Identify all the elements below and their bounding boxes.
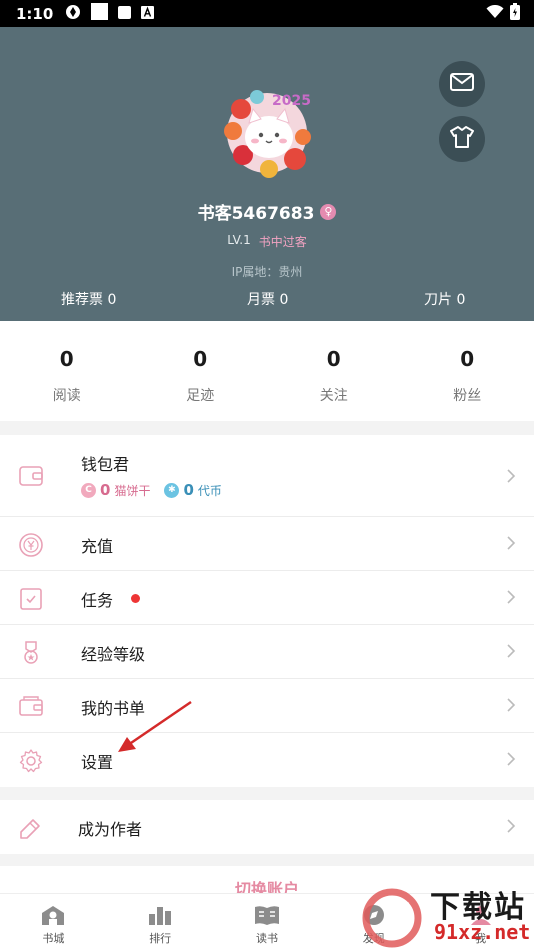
square-notification-icon bbox=[118, 4, 132, 23]
user-level: LV.1 bbox=[227, 233, 251, 247]
cat-cookie-label: 猫饼干 bbox=[114, 483, 151, 498]
task-label: 任务 bbox=[81, 591, 114, 610]
status-time: 1:10 bbox=[16, 4, 54, 23]
booklist-item[interactable]: 我的书单 bbox=[0, 679, 534, 733]
chevron-right-icon bbox=[506, 751, 516, 771]
stat-value: 0 bbox=[460, 347, 475, 371]
token-icon: ✱ bbox=[164, 482, 180, 498]
tab-label: 读书 bbox=[255, 932, 278, 945]
level-medal-icon bbox=[18, 640, 44, 666]
gear-icon bbox=[18, 748, 44, 774]
bookstore-icon bbox=[40, 904, 66, 926]
recharge-icon bbox=[18, 532, 44, 558]
female-gender-icon: ♀ bbox=[320, 203, 337, 220]
ranking-icon bbox=[147, 904, 173, 926]
site-watermark: 下载站 91xz.net bbox=[362, 880, 534, 950]
stat-value: 0 bbox=[326, 347, 341, 371]
stat-label: 阅读 bbox=[52, 388, 81, 404]
watermark-logo-icon bbox=[362, 888, 422, 948]
author-card: 成为作者 bbox=[0, 800, 534, 854]
message-button[interactable] bbox=[439, 61, 485, 107]
tab-reading[interactable]: 读书 bbox=[214, 894, 321, 950]
wallet-item[interactable]: 钱包君 C 0 猫饼干 ✱ 0 代币 bbox=[0, 435, 534, 517]
stat-read[interactable]: 0 阅读 bbox=[0, 321, 134, 421]
pen-icon bbox=[18, 815, 44, 841]
wifi-icon bbox=[486, 4, 504, 23]
recharge-item[interactable]: 充值 bbox=[0, 517, 534, 571]
stat-value: 0 bbox=[59, 347, 74, 371]
tshirt-icon bbox=[450, 126, 474, 152]
stat-value: 0 bbox=[193, 347, 208, 371]
wallet-label: 钱包君 bbox=[81, 455, 130, 474]
blade-count[interactable]: 刀片 0 bbox=[424, 289, 465, 309]
ticket-row: 推荐票 0 月票 0 刀片 0 bbox=[0, 289, 534, 311]
tab-ranking[interactable]: 排行 bbox=[107, 894, 214, 950]
avatar[interactable]: 2025 bbox=[219, 83, 315, 179]
chevron-right-icon bbox=[506, 468, 516, 488]
settings-label: 设置 bbox=[81, 753, 114, 772]
task-icon bbox=[18, 586, 44, 612]
avatar-badge: 2025 bbox=[272, 93, 311, 109]
profile-header: 2025 书客5467683 ♀ LV.1 书中过客 IP属地：贵州 推荐票 0… bbox=[0, 27, 534, 321]
tab-bookstore[interactable]: 书城 bbox=[0, 894, 107, 950]
status-bar: 1:10 bbox=[0, 0, 534, 27]
tab-label: 排行 bbox=[149, 932, 172, 945]
username: 书客5467683 bbox=[197, 204, 315, 224]
stat-footprint[interactable]: 0 足迹 bbox=[134, 321, 268, 421]
tab-label: 书城 bbox=[42, 932, 65, 945]
wallet-icon bbox=[18, 463, 44, 489]
username-row: 书客5467683 ♀ bbox=[0, 199, 534, 224]
image-notification-icon bbox=[91, 3, 109, 24]
stat-label: 粉丝 bbox=[453, 388, 482, 404]
level-item[interactable]: 经验等级 bbox=[0, 625, 534, 679]
cat-cookie-value: 0 bbox=[100, 481, 111, 499]
become-author-item[interactable]: 成为作者 bbox=[0, 800, 534, 854]
stat-label: 足迹 bbox=[186, 388, 215, 404]
task-notification-dot bbox=[131, 594, 140, 603]
chevron-right-icon bbox=[506, 589, 516, 609]
become-author-label: 成为作者 bbox=[78, 820, 143, 839]
menu-card: 钱包君 C 0 猫饼干 ✱ 0 代币 充值 任务 经验等级 我的书单 设置 bbox=[0, 435, 534, 787]
chevron-right-icon bbox=[506, 818, 516, 838]
level-row: LV.1 书中过客 bbox=[0, 233, 534, 250]
token-label: 代币 bbox=[197, 483, 222, 498]
a-notification-icon bbox=[141, 4, 155, 23]
chevron-right-icon bbox=[506, 643, 516, 663]
wallet-balance: C 0 猫饼干 ✱ 0 代币 bbox=[81, 481, 222, 499]
outfit-button[interactable] bbox=[439, 116, 485, 162]
cat-cookie-icon: C bbox=[81, 482, 96, 498]
recharge-label: 充值 bbox=[81, 537, 114, 556]
ip-location: IP属地：贵州 bbox=[231, 265, 303, 279]
chevron-right-icon bbox=[506, 535, 516, 555]
watermark-url: 91xz.net bbox=[434, 920, 531, 944]
stat-following[interactable]: 0 关注 bbox=[267, 321, 401, 421]
level-label: 经验等级 bbox=[81, 645, 146, 664]
booklist-icon bbox=[18, 694, 44, 720]
reading-icon bbox=[254, 904, 280, 926]
stat-label: 关注 bbox=[319, 388, 348, 404]
user-level-name: 书中过客 bbox=[258, 235, 307, 249]
token-value: 0 bbox=[183, 481, 194, 499]
stat-fans[interactable]: 0 粉丝 bbox=[401, 321, 534, 421]
booklist-label: 我的书单 bbox=[81, 699, 146, 718]
app-notification-icon bbox=[65, 4, 81, 24]
envelope-icon bbox=[450, 73, 474, 95]
stats-row: 0 阅读 0 足迹 0 关注 0 粉丝 bbox=[0, 321, 534, 421]
recommend-ticket-count[interactable]: 推荐票 0 bbox=[61, 289, 116, 309]
task-item[interactable]: 任务 bbox=[0, 571, 534, 625]
monthly-ticket-count[interactable]: 月票 0 bbox=[247, 289, 288, 309]
settings-item[interactable]: 设置 bbox=[0, 733, 534, 787]
chevron-right-icon bbox=[506, 697, 516, 717]
battery-icon bbox=[510, 3, 520, 24]
